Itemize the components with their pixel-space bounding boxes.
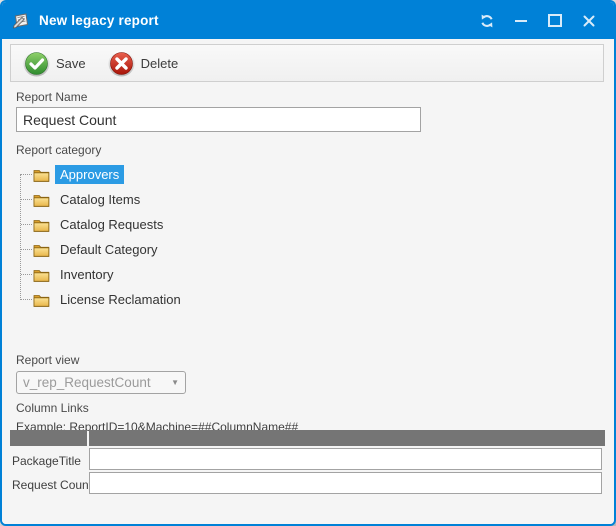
tree-item-label: Catalog Requests — [55, 215, 168, 234]
chevron-down-icon: ▼ — [171, 378, 179, 387]
tree-item-license-reclamation[interactable]: License Reclamation — [16, 287, 316, 312]
report-category-label: Report category — [16, 143, 101, 157]
delete-button[interactable]: Delete — [104, 48, 183, 79]
column-row-label: PackageTitle — [12, 454, 81, 468]
tree-item-label: Default Category — [55, 240, 163, 259]
folder-icon — [33, 268, 50, 282]
window-title: New legacy report — [39, 13, 159, 28]
report-view-label: Report view — [16, 353, 79, 367]
refresh-icon[interactable] — [474, 9, 500, 33]
folder-icon — [33, 168, 50, 182]
column-link-input-packagetitle[interactable] — [89, 448, 602, 470]
folder-icon — [33, 218, 50, 232]
folder-icon — [33, 193, 50, 207]
tree-item-label: Approvers — [55, 165, 124, 184]
minimize-icon[interactable] — [508, 9, 534, 33]
column-link-input-requestcount[interactable] — [89, 472, 602, 494]
delete-x-icon — [108, 50, 135, 77]
save-check-icon — [23, 50, 50, 77]
titlebar: New legacy report — [2, 2, 614, 39]
report-note-icon — [12, 12, 31, 29]
column-links-label: Column Links — [16, 401, 89, 415]
tree-item-default-category[interactable]: Default Category — [16, 237, 316, 262]
column-row-label: Request Count — [12, 478, 92, 492]
new-legacy-report-dialog: New legacy report — [0, 0, 616, 526]
folder-icon — [33, 293, 50, 307]
maximize-icon[interactable] — [542, 9, 568, 33]
report-category-tree: Approvers Catalog Items Catalog Requests… — [16, 162, 316, 312]
tree-item-label: License Reclamation — [55, 290, 186, 309]
report-view-dropdown[interactable]: v_rep_RequestCount ▼ — [16, 371, 186, 394]
delete-button-label: Delete — [141, 56, 179, 71]
toolbar: Save Delete — [10, 44, 604, 82]
tree-item-label: Inventory — [55, 265, 118, 284]
close-icon[interactable] — [576, 9, 602, 33]
column-links-header-right — [89, 430, 605, 446]
tree-item-approvers[interactable]: Approvers — [16, 162, 316, 187]
window-controls — [474, 9, 614, 33]
report-name-input[interactable] — [16, 107, 421, 132]
save-button-label: Save — [56, 56, 86, 71]
tree-item-label: Catalog Items — [55, 190, 145, 209]
tree-item-catalog-requests[interactable]: Catalog Requests — [16, 212, 316, 237]
column-links-header-left — [10, 430, 87, 446]
footer-strip — [2, 514, 614, 524]
report-name-label: Report Name — [16, 90, 87, 104]
tree-item-catalog-items[interactable]: Catalog Items — [16, 187, 316, 212]
folder-icon — [33, 243, 50, 257]
save-button[interactable]: Save — [19, 48, 90, 79]
report-view-value: v_rep_RequestCount — [23, 375, 171, 390]
tree-item-inventory[interactable]: Inventory — [16, 262, 316, 287]
